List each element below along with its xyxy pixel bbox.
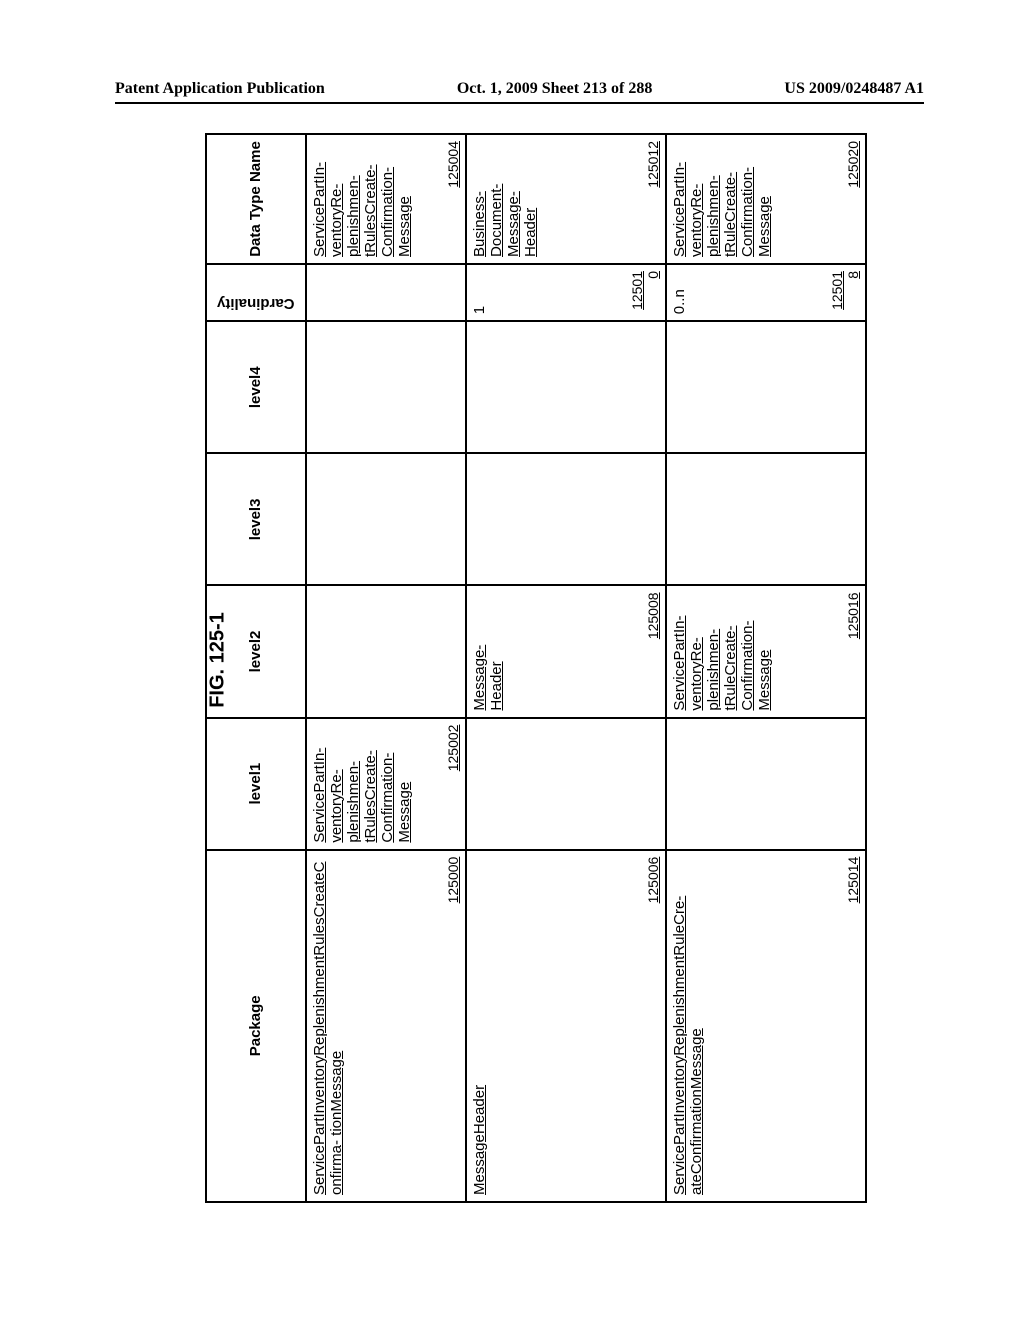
cell-text: 1	[471, 271, 488, 314]
col-level1: level1	[206, 718, 306, 850]
data-table: Package level1 level2 level3 level4 Card…	[205, 133, 867, 1203]
cell-level1: ServicePartIn- ventoryRe- plenishmen- tR…	[306, 718, 466, 850]
cell-text: ServicePartIn- ventoryRe- plenishmen- tR…	[311, 725, 413, 843]
cell-cardinality	[306, 264, 466, 321]
col-level2: level2	[206, 585, 306, 717]
cell-level4	[306, 321, 466, 453]
cell-level1	[466, 718, 666, 850]
ref-number: 125008	[645, 592, 661, 710]
cell-text: Business- Document- Message- Header	[471, 141, 539, 257]
data-table-wrap: Package level1 level2 level3 level4 Card…	[205, 643, 1024, 1203]
cell-level4	[466, 321, 666, 453]
cell-level3	[306, 453, 466, 585]
cell-level3	[466, 453, 666, 585]
col-cardinality-label: Cardinality	[211, 293, 301, 314]
cell-package: MessageHeader 125006	[466, 850, 666, 1202]
cell-level2	[306, 585, 466, 717]
cell-datatype: ServicePartIn- ventoryRe- plenishmen- tR…	[306, 134, 466, 264]
ref-number: 125006	[645, 857, 661, 1195]
ref-number: 125012	[645, 141, 661, 257]
header-mid: Oct. 1, 2009 Sheet 213 of 288	[457, 80, 653, 98]
cell-cardinality: 1 125010	[466, 264, 666, 321]
ref-number: 125002	[445, 725, 461, 843]
cell-package: ServicePartInventoryReplenishmentRulesCr…	[306, 850, 466, 1202]
col-datatype: Data Type Name	[206, 134, 306, 264]
cell-level1	[666, 718, 866, 850]
cell-text: ServicePartInventoryReplenishmentRulesCr…	[311, 857, 345, 1195]
cell-datatype: ServicePartIn- ventoryRe- plenishmen- tR…	[666, 134, 866, 264]
cell-level4	[666, 321, 866, 453]
col-package: Package	[206, 850, 306, 1202]
cell-level3	[666, 453, 866, 585]
header-left: Patent Application Publication	[115, 80, 325, 98]
cell-text: ServicePartIn- ventoryRe- plenishmen- tR…	[311, 141, 413, 257]
cell-level2: Message- Header 125008	[466, 585, 666, 717]
header-right: US 2009/0248487 A1	[784, 80, 924, 98]
col-level3: level3	[206, 453, 306, 585]
cell-text: ServicePartIn- ventoryRe- plenishmen- tR…	[671, 141, 773, 257]
table-row: ServicePartInventoryReplenishmentRulesCr…	[306, 134, 466, 1202]
page-header: Patent Application Publication Oct. 1, 2…	[115, 80, 924, 104]
ref-number: 125014	[845, 857, 861, 1195]
table-row: MessageHeader 125006 Message- Header 125…	[466, 134, 666, 1202]
cell-datatype: Business- Document- Message- Header 1250…	[466, 134, 666, 264]
cell-text: ServicePartIn- ventoryRe- plenishmen- tR…	[671, 592, 773, 710]
ref-number: 125004	[445, 141, 461, 257]
table-row: ServicePartInventoryReplenishmentRuleCre…	[666, 134, 866, 1202]
col-level4: level4	[206, 321, 306, 453]
table-body: ServicePartInventoryReplenishmentRulesCr…	[306, 134, 866, 1202]
cell-text: 0..n	[671, 271, 688, 314]
cell-cardinality: 0..n 125018	[666, 264, 866, 321]
cell-level2: ServicePartIn- ventoryRe- plenishmen- tR…	[666, 585, 866, 717]
ref-number: 125018	[829, 271, 861, 314]
ref-number: 125000	[445, 857, 461, 1195]
ref-number: 125020	[845, 141, 861, 257]
table-header-row: Package level1 level2 level3 level4 Card…	[206, 134, 306, 1202]
ref-number: 125010	[629, 271, 661, 314]
col-cardinality: Cardinality	[206, 264, 306, 321]
cell-package: ServicePartInventoryReplenishmentRuleCre…	[666, 850, 866, 1202]
cell-text: Message- Header	[471, 592, 505, 710]
cell-text: ServicePartInventoryReplenishmentRuleCre…	[671, 857, 705, 1195]
cell-text: MessageHeader	[471, 857, 488, 1195]
ref-number: 125016	[845, 592, 861, 710]
